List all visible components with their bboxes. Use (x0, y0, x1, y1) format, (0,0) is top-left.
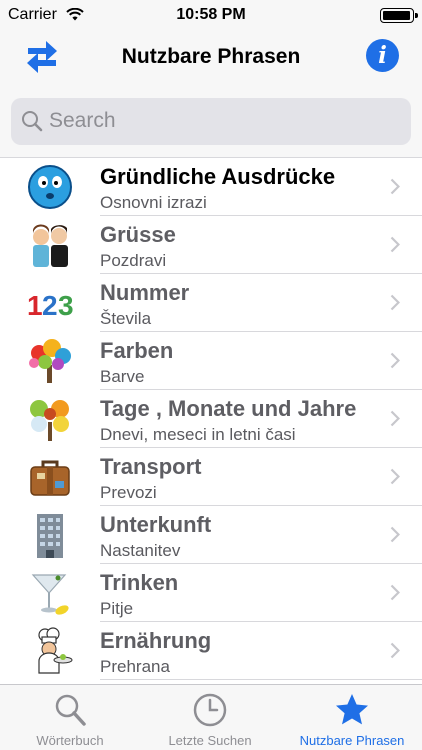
phrase-category-list: Gründliche Ausdrücke Osnovni izrazi Grüs… (0, 158, 422, 684)
row-title: Grüsse (100, 222, 176, 247)
row-title: Nummer (100, 280, 190, 305)
svg-text:3: 3 (58, 290, 74, 321)
row-title: Transport (100, 454, 202, 479)
row-subtitle: Osnovni izrazi (100, 193, 207, 212)
info-icon[interactable]: i (366, 39, 399, 72)
chevron-right-icon (390, 642, 400, 659)
navigation-bar: Nutzbare Phrasen i (0, 30, 422, 86)
row-title: Ernährung (100, 628, 212, 653)
list-item[interactable]: 1 2 3 Nummer Števila (0, 274, 422, 332)
star-icon (336, 694, 368, 725)
clock-icon (193, 693, 227, 727)
tab-bar: Wörterbuch Letzte Suchen Nutzbare Phrase… (0, 684, 422, 750)
row-subtitle: Pitje (100, 599, 134, 618)
suitcase-icon (25, 453, 75, 501)
cocktail-icon (25, 569, 75, 617)
page-title: Nutzbare Phrasen (121, 45, 301, 68)
list-item[interactable]: Transport Prevozi (0, 448, 422, 506)
chevron-right-icon (390, 410, 400, 427)
chevron-right-icon (390, 352, 400, 369)
row-separator (100, 679, 422, 680)
search-field[interactable] (11, 98, 411, 145)
tab-label: Wörterbuch (36, 733, 104, 748)
list-item[interactable]: Trinken Pitje (0, 564, 422, 622)
seasons-tree-icon (25, 395, 75, 443)
row-subtitle: Pozdravi (100, 251, 167, 270)
list-item[interactable]: Tage , Monate und Jahre Dnevi, meseci in… (0, 390, 422, 448)
building-icon (25, 511, 75, 559)
row-subtitle: Dnevi, meseci in letni časi (100, 425, 296, 444)
tab-recent-searches[interactable]: Letzte Suchen (140, 685, 280, 750)
numbers-icon: 1 2 3 (25, 279, 75, 327)
list-item[interactable]: Grüsse Pozdravi (0, 216, 422, 274)
chevron-right-icon (390, 468, 400, 485)
battery-icon (380, 8, 418, 23)
chef-icon (25, 627, 75, 675)
status-time: 10:58 PM (176, 6, 246, 23)
row-subtitle: Nastanitev (100, 541, 181, 560)
search-icon (22, 111, 43, 132)
tab-useful-phrases[interactable]: Nutzbare Phrasen (282, 685, 422, 750)
list-item[interactable]: Ernährung Prehrana (0, 622, 422, 680)
list-item[interactable]: Unterkunft Nastanitev (0, 506, 422, 564)
tab-label: Nutzbare Phrasen (299, 733, 405, 748)
row-subtitle: Barve (100, 367, 145, 386)
row-subtitle: Prehrana (100, 657, 170, 676)
search-bar (0, 86, 422, 158)
row-title: Trinken (100, 570, 179, 595)
tab-dictionary[interactable]: Wörterbuch (0, 685, 140, 750)
row-title: Tage , Monate und Jahre (100, 396, 357, 421)
row-subtitle: Prevozi (100, 483, 157, 502)
greeting-people-icon (25, 221, 75, 269)
chevron-right-icon (390, 236, 400, 253)
list-item[interactable]: Gründliche Ausdrücke Osnovni izrazi (0, 158, 422, 216)
chevron-right-icon (390, 526, 400, 543)
row-title: Unterkunft (100, 512, 212, 537)
svg-text:2: 2 (42, 290, 58, 321)
chevron-right-icon (390, 178, 400, 195)
row-title: Farben (100, 338, 174, 363)
colorful-tree-icon (25, 337, 75, 385)
search-input[interactable] (49, 107, 389, 135)
tab-label: Letzte Suchen (168, 733, 252, 748)
chevron-right-icon (390, 294, 400, 311)
smiley-face-icon (25, 163, 75, 211)
row-title: Gründliche Ausdrücke (100, 164, 336, 189)
magnifier-icon (55, 694, 86, 726)
list-item[interactable]: Farben Barve (0, 332, 422, 390)
row-subtitle: Števila (100, 309, 152, 328)
svg-text:1: 1 (27, 290, 43, 321)
status-bar: Carrier 10:58 PM (0, 0, 422, 30)
chevron-right-icon (390, 584, 400, 601)
